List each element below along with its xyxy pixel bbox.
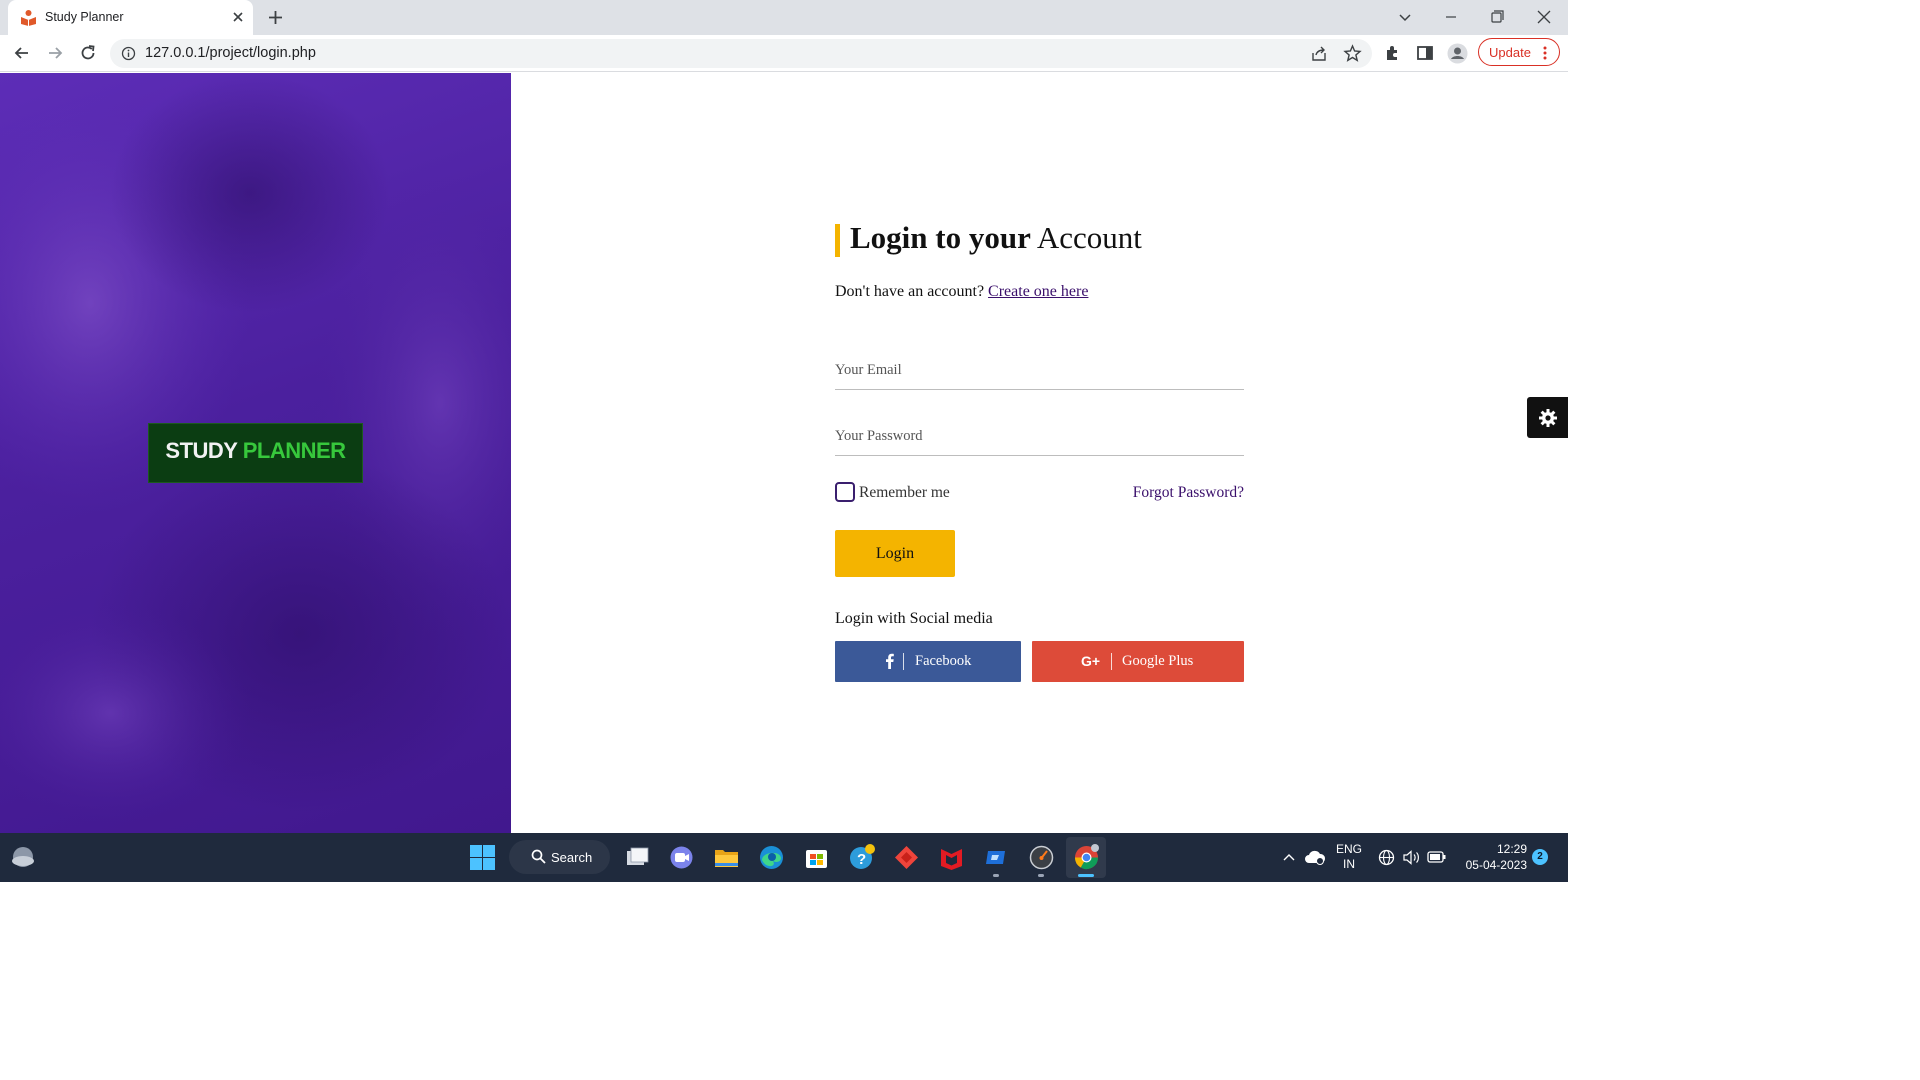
login-button[interactable]: Login [835, 530, 955, 577]
chevron-up-icon[interactable] [1282, 850, 1296, 864]
logo-word-planner: PLANNER [242, 438, 346, 463]
tab-close-icon[interactable] [231, 10, 245, 24]
region-code: IN [1343, 857, 1355, 871]
facebook-divider [903, 653, 904, 670]
notification-badge[interactable]: 2 [1532, 849, 1548, 865]
share-icon[interactable] [1310, 45, 1328, 63]
signup-text: Don't have an account? [835, 283, 989, 300]
network-icon[interactable] [1378, 849, 1395, 866]
password-field [835, 416, 1244, 456]
reload-icon[interactable] [78, 43, 98, 63]
more-menu-icon[interactable] [1542, 45, 1548, 61]
star-icon[interactable] [1343, 44, 1362, 63]
signup-prompt: Don't have an account? Create one here [835, 283, 1088, 301]
browser-tab-strip: Study Planner [0, 0, 1568, 35]
title-regular: Account [1030, 220, 1142, 255]
remember-me-checkbox[interactable] [835, 482, 855, 502]
language-code: ENG [1335, 842, 1362, 856]
remote-app-icon[interactable] [983, 844, 1010, 871]
svg-text:G+: G+ [1081, 654, 1100, 668]
close-icon[interactable] [1534, 7, 1554, 27]
url-text[interactable]: 127.0.0.1/project/login.php [145, 45, 316, 61]
logo-text: STUDY PLANNER [149, 438, 362, 464]
anydesk-icon[interactable] [893, 844, 920, 871]
tab-title: Study Planner [45, 10, 124, 24]
search-icon [531, 849, 546, 864]
active-app-indicator [1078, 874, 1094, 877]
file-explorer-icon[interactable] [713, 844, 740, 871]
weather-icon[interactable] [10, 845, 37, 872]
edge-icon[interactable] [758, 844, 785, 871]
windows-start-icon[interactable] [469, 844, 496, 871]
browser-toolbar: 127.0.0.1/project/login.php Update [0, 35, 1568, 72]
forgot-password-link[interactable]: Forgot Password? [1133, 484, 1244, 502]
create-account-link[interactable]: Create one here [988, 283, 1088, 300]
input-language[interactable]: ENG IN [1335, 842, 1363, 872]
study-planner-favicon [20, 9, 37, 26]
logo-word-study: STUDY [165, 438, 238, 463]
tab-search-icon[interactable] [1395, 7, 1415, 27]
task-view-icon[interactable] [624, 844, 651, 871]
remember-me-label: Remember me [859, 484, 950, 501]
browser-tab[interactable]: Study Planner [8, 0, 253, 35]
mcafee-icon[interactable] [938, 844, 965, 871]
site-info-icon[interactable] [121, 46, 136, 61]
address-bar[interactable]: 127.0.0.1/project/login.php [110, 39, 1372, 68]
back-arrow-icon[interactable] [12, 43, 32, 63]
facebook-login-button[interactable]: Facebook [835, 641, 1021, 682]
battery-icon[interactable] [1427, 850, 1446, 864]
email-field [835, 350, 1244, 390]
facebook-label: Facebook [915, 653, 972, 669]
extensions-icon[interactable] [1383, 43, 1403, 63]
gear-icon [1538, 408, 1558, 428]
store-icon[interactable] [803, 844, 830, 871]
google-plus-label: Google Plus [1122, 653, 1194, 669]
teams-chat-icon[interactable] [668, 844, 695, 871]
google-plus-login-button[interactable]: G+ Google Plus [1032, 641, 1244, 682]
running-indicator [993, 874, 999, 877]
clock-date: 05-04-2023 [1465, 858, 1527, 872]
system-clock[interactable]: 12:29 05-04-2023 [1455, 841, 1527, 873]
new-tab-icon[interactable] [266, 8, 285, 27]
profile-icon[interactable] [1447, 43, 1468, 64]
forward-arrow-icon[interactable] [45, 43, 65, 63]
update-button[interactable]: Update [1478, 38, 1560, 66]
cloud-icon[interactable] [1304, 848, 1326, 866]
page-title: Login to your Account [850, 220, 1142, 256]
settings-widget-button[interactable] [1527, 397, 1568, 438]
maximize-icon[interactable] [1487, 7, 1507, 27]
hero-panel: STUDY PLANNER [0, 73, 511, 833]
side-panel-icon[interactable] [1415, 43, 1435, 63]
speedometer-icon[interactable] [1028, 844, 1055, 871]
running-indicator [1038, 874, 1044, 877]
help-icon[interactable]: ? [848, 844, 875, 871]
facebook-icon [886, 653, 894, 669]
windows-taskbar: Search ? ENG IN 12:29 05-04-2023 2 [0, 833, 1568, 882]
svg-text:?: ? [857, 851, 866, 868]
taskbar-search-button[interactable]: Search [509, 840, 610, 874]
title-bold: Login to your [850, 220, 1031, 255]
google-divider [1111, 653, 1112, 670]
minimize-icon[interactable] [1441, 7, 1461, 27]
social-login-title: Login with Social media [835, 610, 993, 627]
password-input[interactable] [835, 422, 1244, 450]
update-label: Update [1489, 45, 1531, 60]
volume-icon[interactable] [1402, 849, 1420, 866]
clock-time: 12:29 [1496, 842, 1527, 856]
email-input[interactable] [835, 356, 1244, 384]
search-label: Search [551, 850, 593, 865]
chrome-icon[interactable] [1073, 844, 1100, 871]
study-planner-logo: STUDY PLANNER [148, 423, 363, 483]
google-plus-icon: G+ [1081, 654, 1103, 670]
heading-accent-bar [835, 224, 840, 257]
